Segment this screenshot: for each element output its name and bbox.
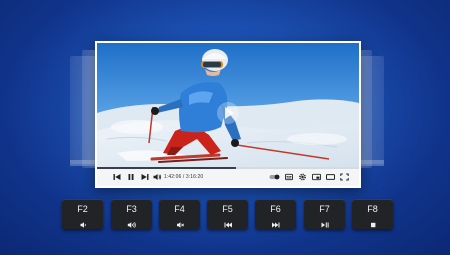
key-f6[interactable]: F6: [255, 199, 296, 229]
stop-icon: [352, 216, 393, 228]
video-player[interactable]: 1:42:06 / 3:16:20: [95, 41, 361, 188]
key-label: F8: [367, 204, 378, 214]
key-label: F3: [126, 204, 137, 214]
seek-bar-fill: [97, 167, 236, 169]
key-f4[interactable]: F4: [159, 199, 200, 229]
skip-back-icon[interactable]: [113, 172, 121, 182]
video-frame[interactable]: [97, 43, 359, 167]
pause-icon[interactable]: [127, 172, 135, 182]
mute-icon: [159, 216, 200, 228]
key-label: F7: [319, 204, 330, 214]
fullscreen-icon[interactable]: [340, 172, 349, 182]
pip-icon[interactable]: [312, 172, 321, 182]
key-label: F5: [222, 204, 233, 214]
key-label: F4: [174, 204, 185, 214]
key-f7[interactable]: F7: [304, 199, 345, 229]
key-f3[interactable]: F3: [111, 199, 152, 229]
theater-icon[interactable]: [326, 172, 335, 182]
play-pause-icon: [304, 216, 345, 228]
desktop-background: 1:42:06 / 3:16:20 F2 F3 F4 F5 F6 F7 F8: [0, 0, 450, 255]
skip-forward-icon[interactable]: [141, 172, 149, 182]
previous-track-icon: [207, 216, 248, 228]
key-f2[interactable]: F2: [62, 199, 103, 229]
volume-icon[interactable]: [153, 172, 162, 182]
settings-icon[interactable]: [298, 172, 307, 182]
volume-down-icon: [62, 216, 103, 228]
key-f8[interactable]: F8: [352, 199, 393, 229]
ghost-controls-left: [70, 160, 96, 166]
skier-video-image: [97, 43, 359, 167]
key-f5[interactable]: F5: [207, 199, 248, 229]
key-label: F6: [270, 204, 281, 214]
function-key-row: F2 F3 F4 F5 F6 F7 F8: [0, 199, 450, 231]
ghost-controls-right: [358, 160, 384, 166]
next-track-icon: [255, 216, 296, 228]
volume-up-icon: [111, 216, 152, 228]
seek-bar[interactable]: [97, 167, 359, 169]
toggle-icon[interactable]: [269, 172, 280, 182]
time-display: 1:42:06 / 3:16:20: [164, 174, 204, 180]
subtitles-icon[interactable]: [285, 172, 293, 182]
player-controls-bar: 1:42:06 / 3:16:20: [97, 167, 359, 186]
key-label: F2: [77, 204, 88, 214]
